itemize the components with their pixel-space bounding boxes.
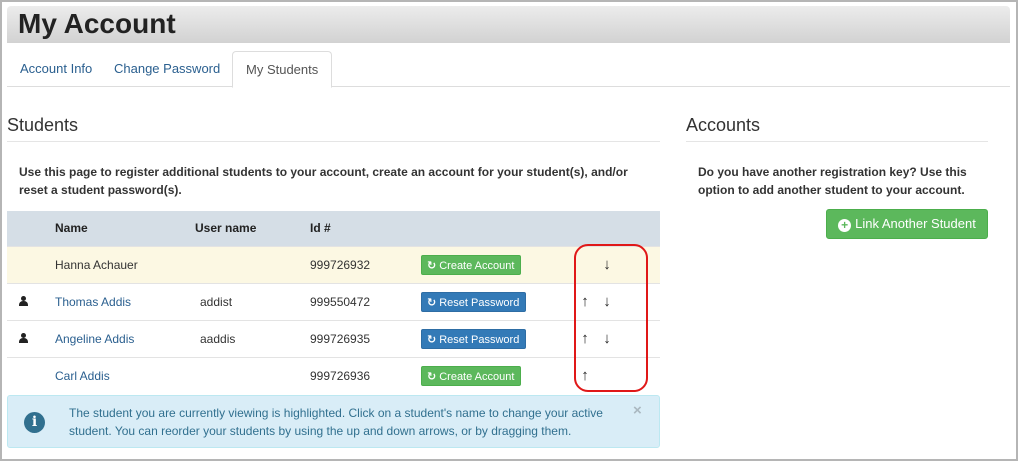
row-name-cell: Hanna Achauer	[55, 245, 195, 283]
row-order-cell: ↓	[575, 245, 660, 283]
row-icon-cell	[7, 356, 55, 394]
table-header-row: Name User name Id #	[7, 211, 660, 246]
table-row[interactable]: Angeline Addis aaddis 999726935 ↻ Reset Pass…	[7, 319, 660, 357]
row-action-cell: ↻ Reset Password	[421, 319, 575, 357]
table-row[interactable]: Carl Addis 999726936 ↻ Create Account ↑	[7, 356, 660, 394]
move-up-arrow-icon[interactable]: ↑	[578, 330, 592, 347]
student-id: 999550472	[310, 282, 421, 320]
accounts-heading: Accounts	[686, 115, 761, 135]
student-id: 999726935	[310, 319, 421, 357]
row-name-cell: Thomas Addis	[55, 282, 195, 320]
link-another-student-button[interactable]: + Link Another Student	[826, 209, 988, 239]
user-icon	[19, 295, 29, 306]
row-order-cell: ↑ ↓	[575, 282, 660, 320]
row-action-cell: ↻ Create Account	[421, 356, 575, 394]
header-id: Id #	[310, 211, 421, 246]
info-alert: i The student you are currently viewing …	[7, 395, 660, 448]
tab-change-password[interactable]: Change Password	[101, 51, 233, 87]
action-button-label: Reset Password	[439, 333, 520, 346]
header-name: Name	[55, 211, 195, 246]
student-name-link[interactable]: Carl Addis	[55, 369, 110, 383]
student-id: 999726936	[310, 356, 421, 394]
action-button-label: Create Account	[439, 259, 515, 272]
move-down-arrow-icon[interactable]: ↓	[600, 330, 614, 347]
create-account-button[interactable]: ↻ Create Account	[421, 254, 522, 275]
student-name-link: Hanna Achauer	[55, 257, 138, 272]
table-row[interactable]: Thomas Addis addist 999550472 ↻ Reset Passwo…	[7, 282, 660, 320]
create-account-button[interactable]: ↻ Create Account	[421, 365, 522, 386]
info-icon: i	[24, 412, 45, 433]
student-username	[195, 356, 310, 394]
row-name-cell: Angeline Addis	[55, 319, 195, 357]
refresh-icon: ↻	[427, 370, 437, 383]
move-up-arrow-icon[interactable]: ↑	[578, 367, 592, 384]
plus-circle-icon: +	[838, 219, 852, 232]
student-name-link[interactable]: Angeline Addis	[55, 332, 134, 346]
header-action-col	[421, 211, 575, 246]
student-name-link[interactable]: Thomas Addis	[55, 295, 131, 309]
header-order-col	[575, 211, 660, 246]
refresh-icon: ↻	[427, 333, 437, 346]
student-username: addist	[195, 282, 310, 320]
alert-close-button[interactable]: ×	[633, 402, 642, 419]
accounts-description: Do you have another registration key? Us…	[698, 165, 967, 197]
accounts-divider	[686, 141, 988, 142]
action-button-label: Reset Password	[439, 296, 520, 309]
move-up-arrow-icon[interactable]: ↑	[578, 293, 592, 310]
tab-bar: Account Info Change Password My Students	[7, 51, 1010, 88]
reset-password-button[interactable]: ↻ Reset Password	[421, 328, 527, 349]
header-username: User name	[195, 211, 310, 246]
students-heading: Students	[7, 115, 79, 135]
row-order-cell: ↑ ↓	[575, 319, 660, 357]
student-username: aaddis	[195, 319, 310, 357]
students-table-body: Hanna Achauer 999726932 ↻ Create Account ↓ Th…	[7, 245, 660, 394]
action-button-label: Create Account	[439, 370, 515, 383]
table-row[interactable]: Hanna Achauer 999726932 ↻ Create Account ↓	[7, 245, 660, 283]
students-description: Use this page to register additional stu…	[19, 165, 628, 197]
alert-text: The student you are currently viewing is…	[69, 406, 603, 438]
move-down-arrow-icon[interactable]: ↓	[600, 293, 614, 310]
row-action-cell: ↻ Reset Password	[421, 282, 575, 320]
page-title: My Account	[18, 8, 176, 39]
tab-my-students[interactable]: My Students	[232, 51, 333, 88]
student-id: 999726932	[310, 245, 421, 283]
row-icon-cell	[7, 245, 55, 283]
row-icon-cell	[7, 282, 55, 320]
user-icon	[19, 332, 29, 343]
student-username	[195, 245, 310, 283]
header-icon-col	[7, 211, 55, 246]
students-table: Name User name Id # Hanna Achauer 9997269…	[7, 211, 660, 394]
refresh-icon: ↻	[427, 296, 437, 309]
row-order-cell: ↑	[575, 356, 660, 394]
move-down-arrow-icon[interactable]: ↓	[600, 256, 614, 273]
refresh-icon: ↻	[427, 259, 437, 272]
tab-account-info[interactable]: Account Info	[7, 51, 105, 87]
row-icon-cell	[7, 319, 55, 357]
students-divider	[7, 141, 660, 142]
reset-password-button[interactable]: ↻ Reset Password	[421, 291, 527, 312]
page-header: My Account	[7, 6, 1010, 43]
link-another-student-label: Link Another Student	[855, 216, 976, 231]
row-name-cell: Carl Addis	[55, 356, 195, 394]
row-action-cell: ↻ Create Account	[421, 245, 575, 283]
